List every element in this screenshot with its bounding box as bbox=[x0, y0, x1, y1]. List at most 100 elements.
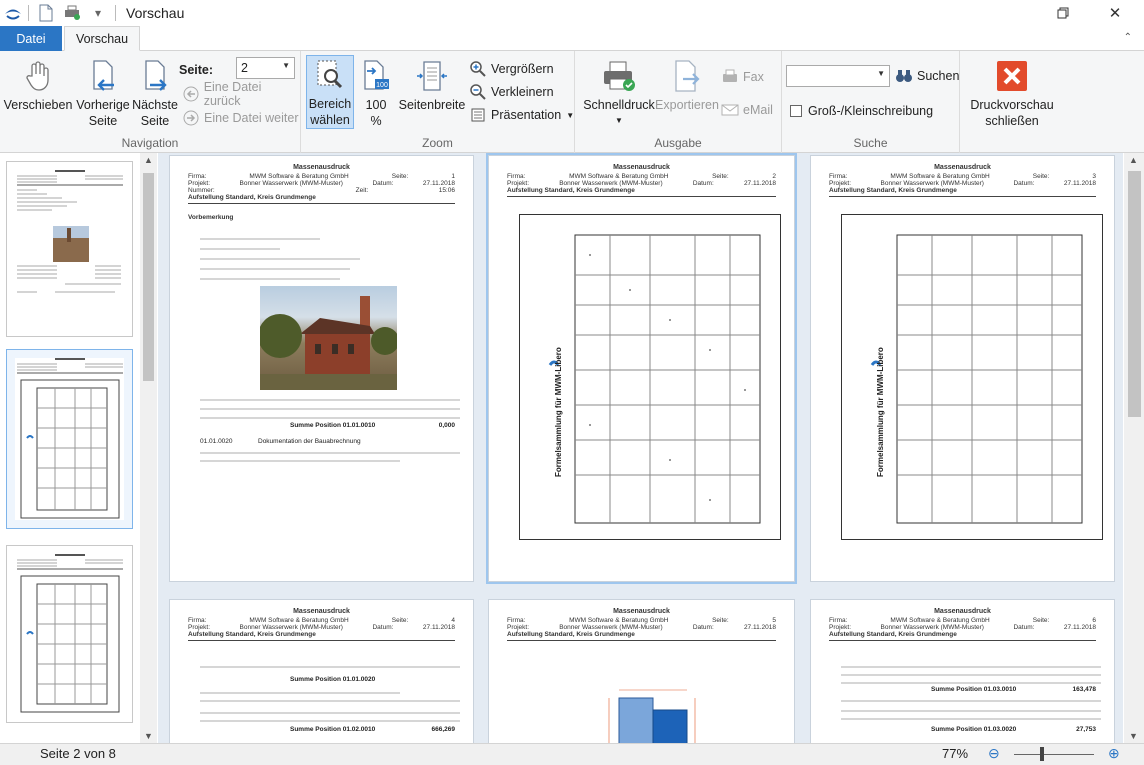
firm-value: MWM Software & Beratung GmbH bbox=[569, 173, 669, 180]
thumbnail-scrollbar[interactable]: ▲ ▼ bbox=[140, 153, 157, 743]
zoom-out-icon bbox=[469, 83, 487, 101]
thumbnail-page-2-content bbox=[15, 358, 124, 520]
scroll-up-icon[interactable]: ▲ bbox=[144, 155, 153, 165]
search-input[interactable]: ▼ bbox=[786, 65, 890, 87]
thumbnail-page-3[interactable] bbox=[6, 545, 133, 723]
search-button[interactable]: Suchen bbox=[895, 66, 959, 86]
page-6-sum-value: 163,478 bbox=[1072, 686, 1097, 693]
number-label: Nummer: bbox=[188, 187, 215, 194]
firm-value: MWM Software & Beratung GmbH bbox=[249, 617, 349, 624]
zoom-level: 77% bbox=[942, 746, 969, 761]
page-1-position-2: 01.01.0020 bbox=[200, 438, 233, 445]
building-photo bbox=[258, 286, 399, 390]
next-page-label-1: Nächste bbox=[132, 98, 178, 112]
printer-icon bbox=[601, 57, 637, 95]
next-file-button[interactable]: Eine Datei weiter bbox=[182, 108, 299, 128]
page-6-sum-label: Summe Position 01.03.0010 bbox=[931, 686, 1017, 693]
page-subtitle: Aufstellung Standard, Kreis Grundmenge bbox=[188, 631, 316, 638]
close-window-button[interactable]: ✕ bbox=[1092, 0, 1138, 26]
preview-page-6[interactable]: Massenausdruck Firma: MWM Software & Bera… bbox=[810, 599, 1115, 743]
page-label: Seite: bbox=[179, 63, 214, 77]
export-button[interactable]: Exportieren bbox=[655, 57, 719, 113]
page-1-header: Massenausdruck Firma: MWM Software & Bera… bbox=[188, 164, 455, 221]
preview-page-3[interactable]: Massenausdruck Firma: MWM Software & Bera… bbox=[810, 155, 1115, 582]
next-page-button[interactable]: Nächste Seite bbox=[130, 57, 180, 129]
preview-scroll-up-icon[interactable]: ▲ bbox=[1129, 155, 1138, 165]
zoom-in-icon bbox=[469, 60, 487, 78]
zoom-100-button[interactable]: 100 100 % bbox=[359, 57, 393, 129]
shrink-button[interactable]: Verkleinern bbox=[469, 82, 554, 102]
move-button[interactable]: Verschieben bbox=[4, 57, 72, 113]
ribbon-tabs: Datei Vorschau ⌃ bbox=[0, 26, 1144, 51]
page-3-doc-title: Massenausdruck bbox=[934, 164, 991, 171]
date-value: 27.11.2018 bbox=[1063, 624, 1096, 631]
page-6-sum2-value: 27,753 bbox=[1076, 726, 1096, 733]
close-preview-label-1: Druckvorschau bbox=[970, 98, 1054, 112]
quick-print-icon[interactable] bbox=[62, 3, 82, 23]
thumbnail-pane: ▲ ▼ bbox=[0, 153, 157, 743]
page-1-sum-value: 0,000 bbox=[438, 422, 455, 429]
previous-file-button[interactable]: Eine Datei zurück bbox=[182, 80, 300, 108]
preview-page-2[interactable]: Massenausdruck Firma: MWM Software & Bera… bbox=[486, 153, 797, 584]
preview-scrollbar[interactable]: ▲ ▼ bbox=[1124, 153, 1144, 743]
next-page-icon bbox=[137, 57, 173, 95]
page-no-label: Seite: bbox=[712, 617, 729, 624]
customize-toolbar-icon[interactable]: ▾ bbox=[88, 3, 108, 23]
search-group-label: Suche bbox=[853, 136, 888, 150]
email-icon bbox=[721, 101, 739, 119]
preview-page-1[interactable]: Massenausdruck Firma: MWM Software & Bera… bbox=[169, 155, 474, 582]
page-6-doc-title: Massenausdruck bbox=[934, 608, 991, 615]
project-value: Bonner Wasserwerk (MWM-Muster) bbox=[880, 624, 984, 631]
thumbnail-page-1[interactable] bbox=[6, 161, 133, 337]
collapse-ribbon-icon[interactable]: ⌃ bbox=[1124, 32, 1132, 43]
zoom-100-label-2: % bbox=[370, 114, 382, 128]
shrink-label: Verkleinern bbox=[491, 85, 554, 99]
page-width-button[interactable]: Seitenbreite bbox=[399, 57, 465, 113]
zoom-in-button[interactable]: ⊕ bbox=[1108, 745, 1120, 762]
new-document-icon[interactable] bbox=[36, 3, 56, 23]
zoom-slider-track[interactable] bbox=[1014, 754, 1094, 755]
email-button[interactable]: eMail bbox=[721, 100, 773, 120]
project-label: Projekt: bbox=[507, 180, 530, 187]
fax-button[interactable]: Fax bbox=[721, 67, 764, 87]
firm-value: MWM Software & Beratung GmbH bbox=[890, 617, 990, 624]
page-3-side-text: Formelsammlung für MWM-Libero bbox=[876, 347, 885, 477]
page-3-header: Massenausdruck Firma: MWM Software & Bera… bbox=[829, 164, 1096, 199]
restore-button[interactable] bbox=[1040, 0, 1086, 26]
quick-print-button[interactable]: Schnelldruck ▼ bbox=[581, 57, 657, 129]
prev-page-button[interactable]: Vorherige Seite bbox=[74, 57, 132, 129]
arrow-right-circle-icon bbox=[182, 109, 200, 127]
zoom-100-icon: 100 bbox=[358, 57, 394, 95]
presentation-button[interactable]: Präsentation ▼ bbox=[469, 105, 574, 125]
thumbnail-scrollbar-thumb[interactable] bbox=[143, 173, 154, 381]
case-sensitive-checkbox[interactable]: Groß-/Kleinschreibung bbox=[790, 101, 933, 121]
preview-page-4[interactable]: Massenausdruck Firma: MWM Software & Bera… bbox=[169, 599, 474, 743]
zoom-out-button[interactable]: ⊖ bbox=[988, 745, 1000, 762]
preview-scrollbar-thumb[interactable] bbox=[1128, 171, 1141, 417]
close-preview-button[interactable]: Druckvorschau schließen bbox=[966, 57, 1058, 129]
page-width-label: Seitenbreite bbox=[398, 98, 466, 112]
enlarge-button[interactable]: Vergrößern bbox=[469, 59, 554, 79]
select-area-button[interactable]: Bereich wählen bbox=[306, 55, 354, 129]
status-bar: Seite 2 von 8 77% ⊖ ⊕ bbox=[0, 743, 1144, 765]
page-6-header: Massenausdruck Firma: MWM Software & Bera… bbox=[829, 608, 1096, 643]
scroll-down-icon[interactable]: ▼ bbox=[144, 731, 153, 741]
page-no-label: Seite: bbox=[391, 617, 409, 624]
page-2-header: Massenausdruck Firma: MWM Software & Bera… bbox=[507, 164, 776, 199]
tab-preview[interactable]: Vorschau bbox=[64, 26, 140, 51]
quick-print-dropdown-icon: ▼ bbox=[615, 116, 623, 125]
title-bar: ▾ Vorschau ✕ bbox=[0, 0, 1144, 26]
thumbnail-page-1-content bbox=[15, 170, 124, 328]
tab-file[interactable]: Datei bbox=[0, 26, 62, 51]
page-selector[interactable]: 2 ▼ bbox=[236, 57, 295, 79]
page-no-value: 3 bbox=[1092, 173, 1096, 180]
thumbnail-page-2[interactable] bbox=[6, 349, 133, 529]
navigation-group-label: Navigation bbox=[121, 136, 179, 150]
date-label: Datum: bbox=[692, 624, 714, 631]
preview-scroll-down-icon[interactable]: ▼ bbox=[1129, 731, 1138, 741]
preview-page-5[interactable]: Massenausdruck Firma: MWM Software & Bera… bbox=[488, 599, 795, 743]
binoculars-icon bbox=[895, 67, 913, 85]
page-5-header: Massenausdruck Firma: MWM Software & Bera… bbox=[507, 608, 776, 643]
prev-page-icon bbox=[85, 57, 121, 95]
zoom-slider-knob[interactable] bbox=[1040, 747, 1044, 761]
